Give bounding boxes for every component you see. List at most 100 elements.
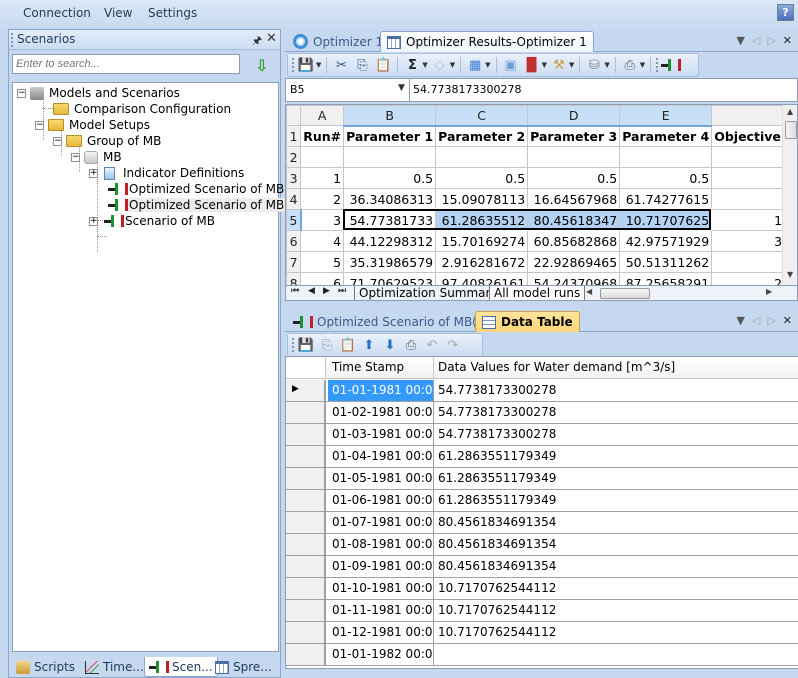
tree-item-comparison-configuration[interactable]: Comparison Configuration: [53, 101, 233, 117]
grid-cell[interactable]: 0.5: [527, 167, 621, 189]
time-stamp-cell[interactable]: 01-01-1981 00:00...: [328, 380, 434, 401]
database-dropdown-icon[interactable]: ▼: [604, 61, 609, 69]
time-stamp-cell[interactable]: 01-04-1981 00:00...: [328, 446, 434, 467]
grid-cell[interactable]: Parameter 2: [435, 125, 529, 147]
tab-timeseries[interactable]: Time...: [81, 657, 148, 677]
grid-cell[interactable]: 22.92869465: [527, 251, 621, 273]
print-dropdown-icon[interactable]: ▼: [640, 61, 645, 69]
data-table-row[interactable]: 01-07-1981 00:00...80.4561834691354: [286, 512, 798, 534]
tree-item-indicator-definitions[interactable]: + Indicator Definitions: [89, 165, 246, 181]
collapse-icon[interactable]: −: [35, 120, 44, 130]
data-table-grid[interactable]: Time Stamp Data Values for Water demand …: [285, 356, 798, 669]
spreadsheet-grid[interactable]: ABCDEF1Run#Parameter 1Parameter 2Paramet…: [285, 104, 798, 286]
undo-icon[interactable]: ↶: [423, 336, 441, 354]
row-header[interactable]: 4: [286, 188, 302, 210]
time-stamp-cell[interactable]: 01-02-1981 00:00...: [328, 402, 434, 423]
tab-optimizer-1[interactable]: Optimizer 1: [287, 31, 389, 52]
corner-cell[interactable]: [286, 105, 302, 126]
time-stamp-cell[interactable]: 01-11-1981 00:00...: [328, 600, 434, 621]
data-value-cell[interactable]: 61.2863551179349: [435, 490, 556, 511]
data-value-cell[interactable]: 10.7170762544112: [435, 622, 556, 643]
pin-icon[interactable]: 🖈: [252, 32, 262, 51]
sum-icon[interactable]: Σ: [403, 56, 421, 74]
move-down-icon[interactable]: ⬇: [381, 336, 399, 354]
row-indicator[interactable]: [286, 578, 326, 599]
tree-item-optimized-scenario-of-mb-2[interactable]: Optimized Scenario of MB(2): [108, 197, 304, 213]
hscroll-thumb[interactable]: [600, 288, 650, 299]
first-sheet-icon[interactable]: ⏮: [291, 286, 299, 296]
row-header[interactable]: 7: [286, 251, 302, 273]
horizontal-scrollbar[interactable]: ◀ ▶: [586, 287, 776, 299]
scroll-up-icon[interactable]: ▲: [787, 107, 793, 116]
tree-item-mb[interactable]: − MB: [71, 149, 124, 165]
time-stamp-cell[interactable]: 01-05-1981 00:00...: [328, 468, 434, 489]
grid-cell[interactable]: 54.24370968: [527, 272, 621, 285]
move-up-icon[interactable]: ⬆: [360, 336, 378, 354]
scroll-right-icon[interactable]: ▶: [766, 287, 772, 296]
row-header[interactable]: 3: [286, 167, 302, 189]
grid-cell[interactable]: 97.40826161: [435, 272, 529, 285]
data-value-cell[interactable]: 80.4561834691354: [435, 556, 556, 577]
data-value-cell[interactable]: 61.2863551179349: [435, 468, 556, 489]
grid-cell[interactable]: 4: [300, 230, 345, 252]
tab-optimizer-results[interactable]: Optimizer Results-Optimizer 1: [380, 31, 594, 52]
data-table-row[interactable]: 01-06-1981 00:00...61.2863551179349: [286, 490, 798, 512]
grid-cell[interactable]: 2: [300, 188, 345, 210]
print-icon[interactable]: ⎙: [402, 336, 420, 354]
column-header[interactable]: B: [343, 105, 437, 127]
next-sheet-icon[interactable]: ▶: [323, 286, 330, 296]
grid-cell[interactable]: 16.64567968: [527, 188, 621, 210]
paste-icon[interactable]: 📋: [374, 56, 392, 74]
grid-cell[interactable]: Parameter 3: [527, 125, 621, 147]
time-stamp-cell[interactable]: 01-01-1982 00:00...: [328, 644, 434, 665]
grid-cell[interactable]: [300, 146, 345, 168]
toolbar-grip-icon[interactable]: [292, 58, 294, 72]
save-icon[interactable]: 💾: [297, 56, 315, 74]
redo-icon[interactable]: ↷: [444, 336, 462, 354]
data-value-cell[interactable]: 54.7738173300278: [435, 402, 556, 423]
column-header[interactable]: E: [619, 105, 713, 127]
grid-cell[interactable]: 54.77381733: [343, 209, 437, 231]
grid-cell[interactable]: Run#: [300, 125, 345, 147]
search-go-arrow-icon[interactable]: ⇩: [255, 56, 268, 75]
vertical-scrollbar[interactable]: ▲ ▼: [782, 105, 797, 285]
grid-cell[interactable]: Parameter 1: [343, 125, 437, 147]
data-table-row[interactable]: 01-01-1982 00:00...: [286, 644, 798, 666]
grid-cell[interactable]: 0.5: [435, 167, 529, 189]
row-indicator[interactable]: [286, 622, 326, 643]
tree-item-model-setups[interactable]: − Model Setups: [35, 117, 152, 133]
data-value-cell[interactable]: 54.7738173300278: [435, 380, 556, 401]
row-header[interactable]: 8: [286, 272, 302, 285]
sum-dropdown-icon[interactable]: ▼: [422, 61, 427, 69]
row-indicator[interactable]: [286, 402, 326, 423]
grid-cell[interactable]: 15.09078113: [435, 188, 529, 210]
cell-reference-dropdown-icon[interactable]: ▼: [398, 83, 405, 93]
row-header[interactable]: 6: [286, 230, 302, 252]
sheet-tab-all-model-runs[interactable]: All model runs: [489, 286, 586, 300]
time-stamp-cell[interactable]: 01-12-1981 00:00...: [328, 622, 434, 643]
tab-scenarios[interactable]: Scen...: [144, 657, 218, 677]
tree-item-group-of-mb[interactable]: − Group of MB: [53, 133, 163, 149]
scroll-down-icon[interactable]: ▼: [787, 270, 793, 279]
data-value-cell[interactable]: 61.2863551179349: [435, 446, 556, 467]
column-header[interactable]: C: [435, 105, 529, 127]
scenario-search-input[interactable]: [12, 54, 240, 74]
grid-cell[interactable]: 0.5: [343, 167, 437, 189]
tools-icon[interactable]: ⚒: [550, 56, 568, 74]
grid-cell[interactable]: 87.25658291: [619, 272, 713, 285]
scroll-left-icon[interactable]: ◀: [586, 287, 592, 296]
prev-sheet-icon[interactable]: ◀: [308, 286, 315, 296]
data-table-row[interactable]: 01-03-1981 00:00...54.7738173300278: [286, 424, 798, 446]
toolbar-grip-icon[interactable]: [656, 58, 659, 72]
expand-icon[interactable]: +: [89, 168, 98, 178]
grid-cell[interactable]: 42.97571929: [619, 230, 713, 252]
save-dropdown-icon[interactable]: ▼: [316, 61, 321, 69]
eraser-icon[interactable]: ◇: [431, 56, 449, 74]
row-indicator[interactable]: [286, 490, 326, 511]
sheet-tab-optimization-summary[interactable]: Optimization Summary: [354, 286, 502, 300]
cut-icon[interactable]: ✂: [332, 56, 350, 74]
grid-cell[interactable]: [343, 146, 437, 168]
grid-cell[interactable]: 15.70169274: [435, 230, 529, 252]
scroll-tabs-left-icon[interactable]: ◁: [752, 314, 760, 327]
expand-icon[interactable]: +: [89, 216, 98, 226]
